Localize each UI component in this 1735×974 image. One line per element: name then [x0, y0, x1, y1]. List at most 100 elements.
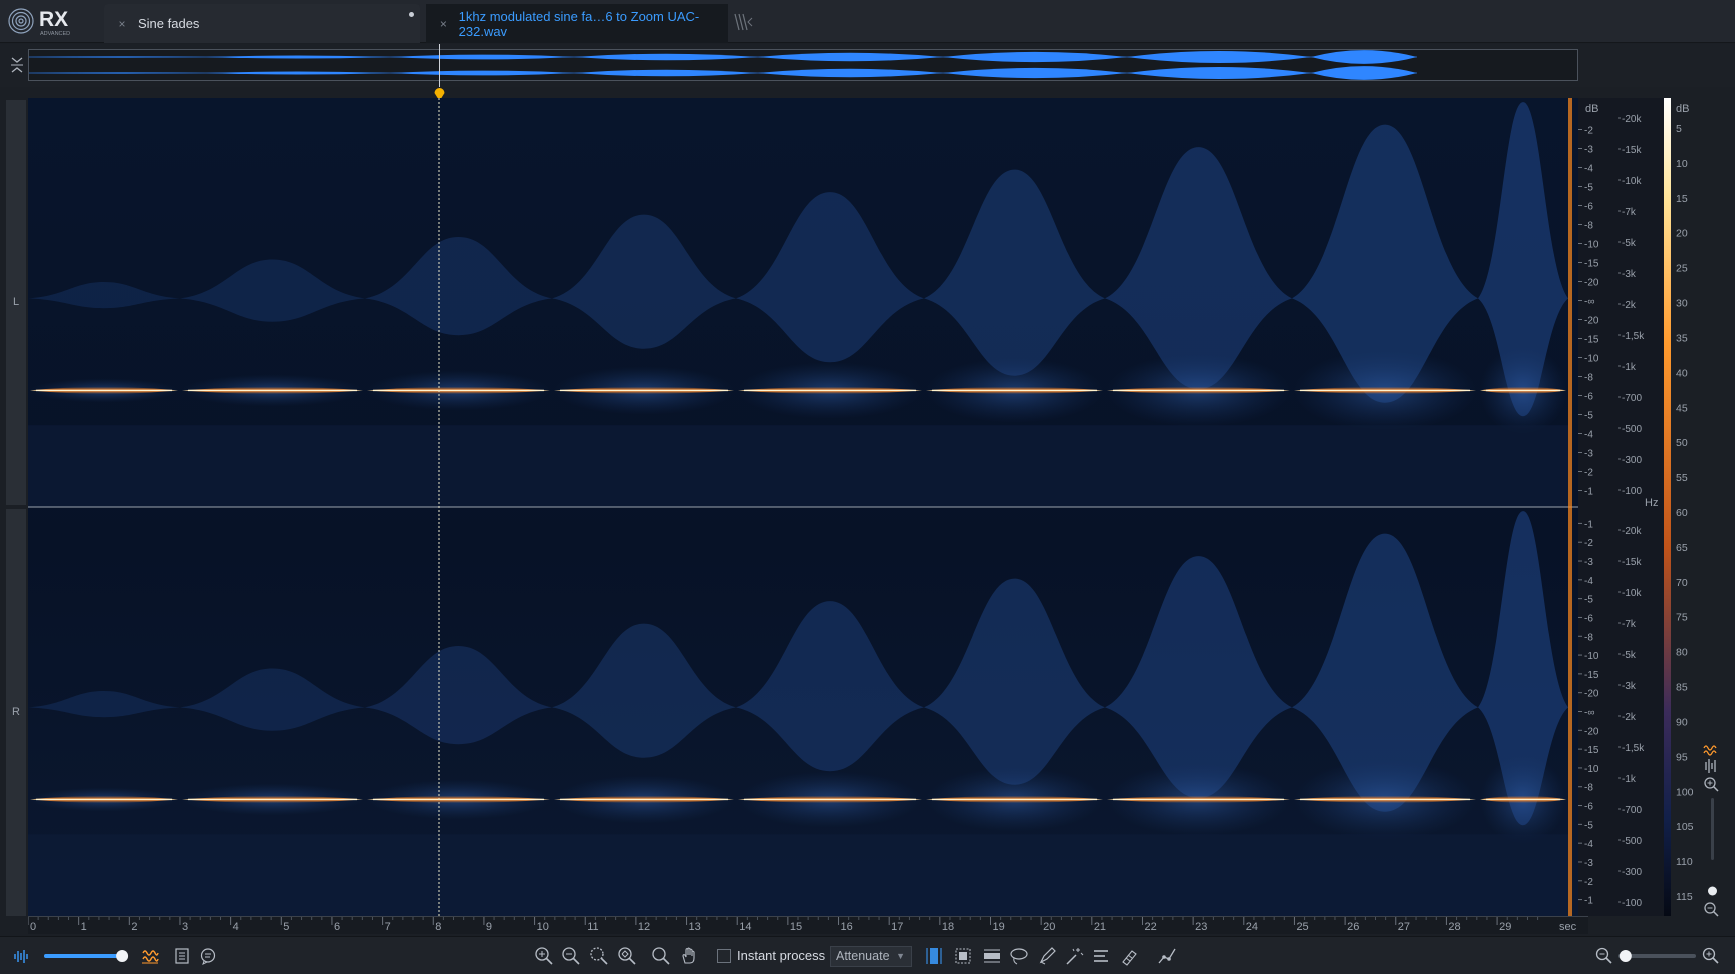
color-scale-unit: dB [1676, 103, 1689, 115]
time-ruler-graphic: sec 0 1 2 3 4 5 6 7 8 9 10 11 12 13 14 15 16 17 18 19 20 21 22… [27, 917, 1577, 933]
overview-burst [758, 52, 943, 62]
color-scale-tick: 40 [1676, 367, 1688, 379]
time-tick-label: 7 [385, 921, 391, 933]
time-tick-label: 14 [739, 921, 751, 933]
frequency-selection-tool-icon[interactable] [980, 945, 1004, 967]
waveform-spectrogram-blend-slider[interactable] [42, 945, 134, 967]
harmonic-selection-tool-icon[interactable] [1089, 945, 1113, 967]
tab-active-file[interactable]: × 1khz modulated sine fa…6 to Zoom UAC-2… [426, 4, 728, 43]
time-ruler[interactable]: sec 0 1 2 3 4 5 6 7 8 9 10 11 12 13 14 15 16 17 18 19 20 21 22… [27, 916, 1588, 934]
waveform-toggle-icon[interactable] [1705, 759, 1716, 773]
db-tick-label: -15 [1584, 670, 1599, 681]
channel-left-label[interactable]: L [6, 100, 26, 505]
color-scale-tick: 105 [1676, 821, 1694, 833]
time-tick-label: 8 [435, 921, 441, 933]
tab-scroll-icon[interactable] [733, 12, 753, 32]
waveform-overview[interactable] [0, 44, 1735, 87]
db-tick-label: -6 [1584, 202, 1593, 213]
color-scale-tick: 20 [1676, 228, 1688, 240]
vertical-zoom-slider-track[interactable] [1711, 798, 1714, 860]
color-scale-tick: 50 [1676, 437, 1688, 449]
db-tick-label: -5 [1584, 820, 1593, 831]
lasso-tool-icon[interactable] [1007, 945, 1031, 967]
db-tick-label: -15 [1584, 745, 1599, 756]
spectrogram-toggle-icon[interactable] [1703, 745, 1717, 756]
time-tick-label: 29 [1499, 921, 1511, 933]
db-tick-label: -6 [1584, 802, 1593, 813]
freq-tick-label: -5k [1622, 238, 1637, 249]
zoom-out-icon[interactable] [560, 945, 582, 967]
collapse-overview-icon[interactable] [8, 52, 26, 78]
db-tick-label: -6 [1584, 613, 1593, 624]
amplitude-frequency-scales[interactable]: dB Hz -2 -3 -4 -5 -6 -8 -10 -15 -20 -∞ -20 -15 -10 -8… [1578, 98, 1666, 916]
mode-select-value: Attenuate [836, 949, 890, 963]
time-tick-label: 4 [233, 921, 239, 933]
overview-burst [29, 56, 206, 58]
db-tick-label: -8 [1584, 632, 1593, 643]
horizontal-zoom-slider[interactable] [1614, 945, 1700, 967]
instant-process-mode-select[interactable]: Attenuate ▼ [830, 946, 912, 967]
tab-close-icon[interactable]: × [112, 17, 132, 31]
instant-process-checkbox[interactable] [717, 949, 731, 963]
freq-tick-label: -20k [1622, 114, 1642, 125]
freq-tick-label: -10k [1622, 176, 1642, 187]
hand-tool-icon[interactable] [678, 945, 700, 967]
channel-labels: L R [6, 100, 26, 916]
noise-floor [28, 425, 1568, 507]
time-tick-label: 1 [81, 921, 87, 933]
spectrogram-view[interactable] [28, 98, 1578, 916]
freq-tick-label: -100 [1622, 486, 1642, 497]
scale-graphic: dB Hz -2 -3 -4 -5 -6 -8 -10 -15 -20 -∞ -20 -15 -10 -8… [1578, 103, 1658, 909]
time-tick-label: 16 [841, 921, 853, 933]
zoom-tool-icon[interactable] [650, 945, 672, 967]
gain-envelope-tool-icon[interactable] [1155, 945, 1179, 967]
freq-tick-label: -500 [1622, 836, 1642, 847]
zoom-slider-thumb[interactable] [1619, 950, 1632, 962]
color-scale-tick: 115 [1676, 891, 1693, 903]
time-selection-tool-icon[interactable] [922, 945, 946, 967]
overview-waveform-graphic [29, 50, 1417, 80]
db-tick-label: -20 [1584, 726, 1599, 737]
color-scale-tick: 15 [1676, 193, 1688, 205]
waveform-spectrum-blend-icon[interactable] [10, 945, 32, 967]
channel-right-label[interactable]: R [6, 509, 26, 916]
file-info-icon[interactable] [171, 945, 193, 967]
db-tick-label: -15 [1584, 335, 1599, 346]
horizontal-zoom-out-icon[interactable] [1593, 945, 1615, 967]
vertical-zoom-slider-thumb[interactable] [1708, 886, 1717, 896]
zoom-to-selection-icon[interactable] [588, 945, 610, 967]
db-tick-label: -3 [1584, 557, 1593, 568]
time-tick-label: 10 [537, 921, 549, 933]
color-scale-tick: 100 [1676, 786, 1694, 798]
zoom-fit-icon[interactable] [616, 945, 638, 967]
freq-tick-label: -20k [1622, 526, 1642, 537]
tab-sine-fades[interactable]: × Sine fades [104, 4, 420, 43]
vertical-zoom-out-icon[interactable] [1704, 902, 1719, 917]
spectrogram-settings-icon[interactable] [138, 945, 162, 967]
logo-edition: ADVANCED [40, 31, 70, 37]
db-tick-label: -5 [1584, 183, 1593, 194]
freq-tick-label: -1,5k [1622, 331, 1645, 342]
time-frequency-selection-tool-icon[interactable] [951, 945, 975, 967]
tab-close-icon[interactable]: × [434, 17, 453, 31]
freq-tick-label: -700 [1622, 805, 1642, 816]
zoom-in-icon[interactable] [533, 945, 555, 967]
time-tick-label: 5 [283, 921, 289, 933]
time-tick-label: 18 [942, 921, 954, 933]
harmonic-brush-tool-icon[interactable] [1118, 945, 1142, 967]
vertical-zoom-in-icon[interactable] [1704, 777, 1719, 792]
brush-tool-icon[interactable] [1035, 945, 1059, 967]
freq-tick-label: -7k [1622, 207, 1637, 218]
overview-burst [1127, 51, 1311, 63]
color-scale-tick: 55 [1676, 472, 1688, 484]
db-scale-label: dB [1585, 103, 1598, 115]
time-tick-label: 22 [1144, 921, 1156, 933]
magic-wand-tool-icon[interactable] [1062, 945, 1086, 967]
db-tick-label: -20 [1584, 278, 1599, 289]
horizontal-zoom-in-icon[interactable] [1700, 945, 1722, 967]
freq-tick-label: -300 [1622, 455, 1642, 466]
overview-viewport[interactable] [28, 49, 1578, 81]
color-scale-tick: 60 [1676, 507, 1688, 519]
markers-regions-icon[interactable] [197, 945, 219, 967]
blend-slider-thumb[interactable] [116, 950, 129, 962]
